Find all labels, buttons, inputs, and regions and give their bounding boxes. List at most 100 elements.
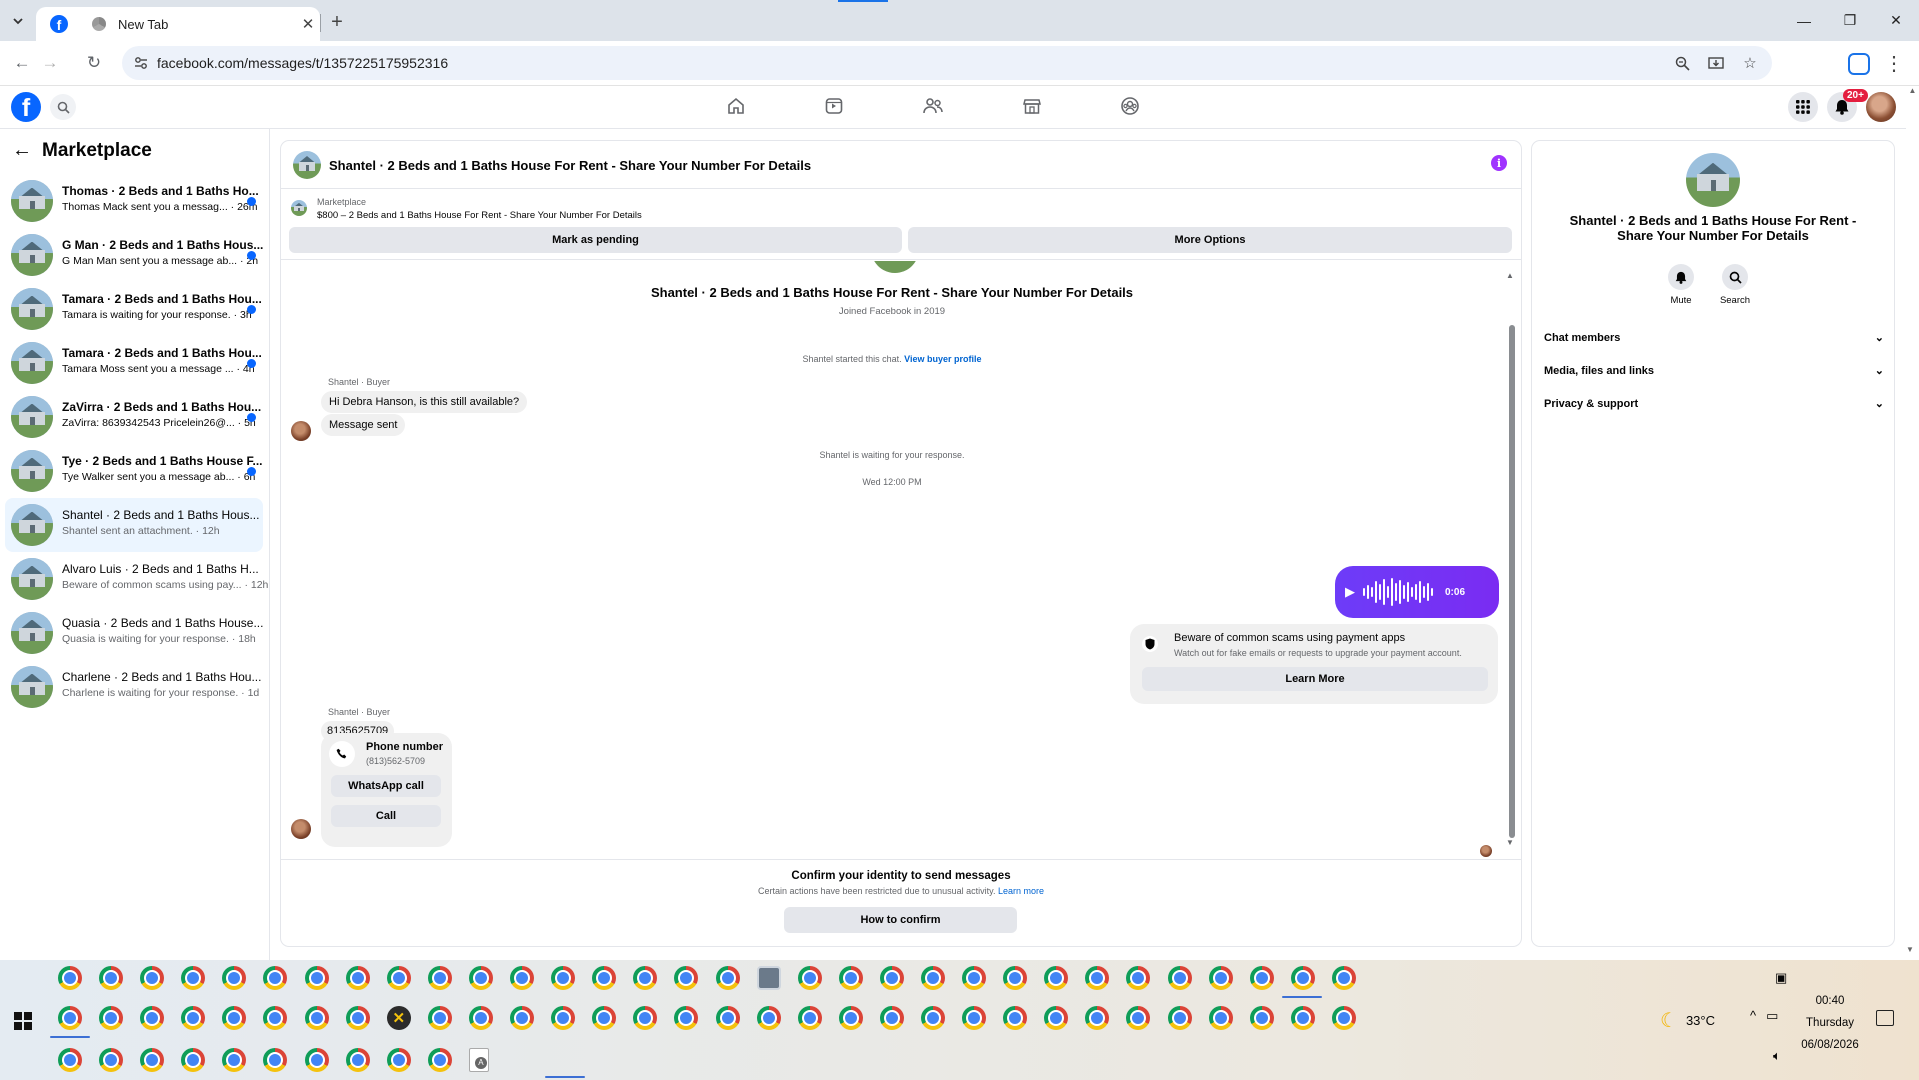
chrome-taskbar-icon[interactable] <box>58 966 82 990</box>
how-to-confirm-button[interactable]: How to confirm <box>784 907 1017 933</box>
chrome-taskbar-icon[interactable] <box>879 966 904 990</box>
play-icon[interactable]: ▶ <box>1345 584 1355 600</box>
chrome-taskbar-icon[interactable] <box>140 1048 165 1072</box>
whatsapp-call-button[interactable]: WhatsApp call <box>331 775 441 797</box>
chrome-taskbar-icon[interactable] <box>99 966 124 990</box>
scroll-up-icon[interactable]: ▲ <box>1506 271 1514 280</box>
chrome-taskbar-icon[interactable] <box>1085 1006 1110 1030</box>
chrome-taskbar-icon[interactable] <box>304 1006 329 1030</box>
conversation-item[interactable]: Tamara · 2 Beds and 1 Baths Hou... Tamara… <box>5 282 263 336</box>
chrome-taskbar-icon[interactable] <box>1167 966 1192 990</box>
chrome-taskbar-icon[interactable] <box>345 1048 370 1072</box>
conversation-item[interactable]: Tamara · 2 Beds and 1 Baths Hou... Tamara… <box>5 336 263 390</box>
chrome-taskbar-icon[interactable] <box>468 1006 493 1030</box>
chrome-taskbar-icon[interactable] <box>1249 1006 1274 1030</box>
chat-members-section[interactable]: Chat members ⌄ <box>1544 331 1884 345</box>
chrome-taskbar-icon[interactable] <box>1290 966 1315 990</box>
page-scroll-up-icon[interactable]: ▲ <box>1906 86 1919 96</box>
notifications-bell-icon[interactable]: 20+ <box>1827 89 1868 122</box>
chat-scrollbar[interactable]: ▲ ▼ <box>1506 271 1516 847</box>
network-icon[interactable]: ▭ <box>1766 1008 1778 1024</box>
call-button[interactable]: Call <box>331 805 441 827</box>
chrome-taskbar-icon[interactable] <box>1003 1006 1028 1030</box>
weather-widget[interactable]: ☾ 33°C <box>1660 1008 1715 1033</box>
reload-icon[interactable]: ↻ <box>80 49 108 77</box>
chrome-taskbar-icon[interactable] <box>1044 1006 1069 1030</box>
chrome-taskbar-icon[interactable] <box>633 1006 658 1030</box>
video-icon[interactable] <box>824 96 844 116</box>
info-icon[interactable]: i <box>1491 155 1507 171</box>
chrome-taskbar-icon[interactable] <box>962 1006 987 1030</box>
chrome-taskbar-icon[interactable] <box>551 1006 576 1030</box>
chrome-taskbar-icon[interactable] <box>797 966 822 990</box>
chrome-taskbar-icon[interactable] <box>1044 966 1069 990</box>
menu-grid-icon[interactable] <box>1788 92 1818 122</box>
conversation-item[interactable]: Quasia · 2 Beds and 1 Baths House... Quas… <box>5 606 263 660</box>
chrome-taskbar-icon[interactable] <box>1167 1006 1192 1030</box>
conversation-item[interactable]: Charlene · 2 Beds and 1 Baths Hou... Char… <box>5 660 263 714</box>
chrome-taskbar-icon[interactable] <box>263 966 288 990</box>
chrome-taskbar-icon[interactable] <box>58 1006 82 1030</box>
chrome-taskbar-icon[interactable] <box>99 1048 124 1072</box>
xbox-taskbar-icon[interactable]: ✕ <box>386 1006 411 1030</box>
chrome-taskbar-icon[interactable] <box>1290 1006 1315 1030</box>
bookmark-star-icon[interactable]: ☆ <box>1740 53 1760 73</box>
tray-chevron-up-icon[interactable]: ^ <box>1750 1008 1756 1024</box>
chrome-taskbar-icon[interactable] <box>633 966 658 990</box>
conversation-item[interactable]: Tye · 2 Beds and 1 Baths House F... Tye W… <box>5 444 263 498</box>
chrome-taskbar-icon[interactable] <box>879 1006 904 1030</box>
chrome-taskbar-icon[interactable] <box>468 966 493 990</box>
privacy-support-section[interactable]: Privacy & support ⌄ <box>1544 397 1884 411</box>
media-files-section[interactable]: Media, files and links ⌄ <box>1544 364 1884 378</box>
chrome-taskbar-icon[interactable] <box>1208 966 1233 990</box>
chrome-taskbar-icon[interactable] <box>345 966 370 990</box>
chrome-taskbar-icon[interactable] <box>838 966 863 990</box>
chrome-taskbar-icon[interactable] <box>181 966 206 990</box>
chrome-taskbar-icon[interactable] <box>510 966 535 990</box>
home-icon[interactable] <box>726 96 746 116</box>
search-action[interactable]: Search <box>1710 264 1760 306</box>
back-icon[interactable]: ← <box>8 49 36 77</box>
buyer-avatar[interactable] <box>291 421 311 441</box>
new-tab-icon[interactable]: + <box>326 11 348 33</box>
conversation-item[interactable]: ZaVirra · 2 Beds and 1 Baths Hou... ZaVir… <box>5 390 263 444</box>
install-app-icon[interactable] <box>1706 53 1726 73</box>
friends-icon[interactable] <box>922 96 944 116</box>
chrome-taskbar-icon[interactable] <box>838 1006 863 1030</box>
chrome-taskbar-icon[interactable] <box>674 1006 699 1030</box>
browser-menu-icon[interactable]: ⋮ <box>1884 51 1904 76</box>
chrome-taskbar-icon[interactable] <box>920 966 945 990</box>
chrome-taskbar-icon[interactable] <box>222 966 247 990</box>
taskbar-clock[interactable]: 00:40 Thursday 06/08/2026 <box>1800 990 1860 1056</box>
chrome-taskbar-icon[interactable] <box>510 1006 535 1030</box>
chrome-taskbar-icon[interactable] <box>181 1006 206 1030</box>
chrome-taskbar-icon[interactable] <box>304 966 329 990</box>
chrome-taskbar-icon[interactable] <box>551 966 576 990</box>
zoom-icon[interactable] <box>1672 53 1692 73</box>
url-text[interactable]: facebook.com/messages/t/1357225175952316 <box>157 55 448 71</box>
listing-thumbnail[interactable] <box>291 200 307 216</box>
chrome-taskbar-icon[interactable] <box>304 1048 329 1072</box>
marketplace-icon[interactable] <box>1022 96 1042 116</box>
voice-message[interactable]: ▶ 0:06 <box>1335 566 1499 618</box>
learn-more-button[interactable]: Learn More <box>1142 667 1488 691</box>
notification-center-icon[interactable] <box>1876 1010 1894 1026</box>
more-options-button[interactable]: More Options <box>908 227 1512 253</box>
chrome-taskbar-icon[interactable] <box>920 1006 945 1030</box>
address-bar[interactable]: facebook.com/messages/t/1357225175952316… <box>122 46 1772 80</box>
message-bubble[interactable]: Hi Debra Hanson, is this still available… <box>321 391 528 413</box>
chrome-taskbar-icon[interactable] <box>1208 1006 1233 1030</box>
chrome-taskbar-icon[interactable] <box>386 966 411 990</box>
close-window-icon[interactable]: ✕ <box>1873 0 1919 41</box>
chrome-taskbar-icon[interactable] <box>1331 1006 1356 1030</box>
windows-start-icon[interactable] <box>14 1012 32 1030</box>
scroll-down-icon[interactable]: ▼ <box>1506 838 1514 847</box>
listing-text[interactable]: $800 – 2 Beds and 1 Baths House For Rent… <box>317 210 642 221</box>
restore-icon[interactable]: ❐ <box>1827 0 1873 41</box>
extension-icon[interactable] <box>1848 53 1870 75</box>
chrome-taskbar-icon[interactable] <box>386 1048 411 1072</box>
confirm-learn-more-link[interactable]: Learn more <box>998 886 1044 896</box>
facebook-logo-icon[interactable]: f <box>11 92 41 122</box>
chrome-taskbar-icon[interactable] <box>427 1006 452 1030</box>
chrome-taskbar-icon[interactable] <box>592 1006 617 1030</box>
